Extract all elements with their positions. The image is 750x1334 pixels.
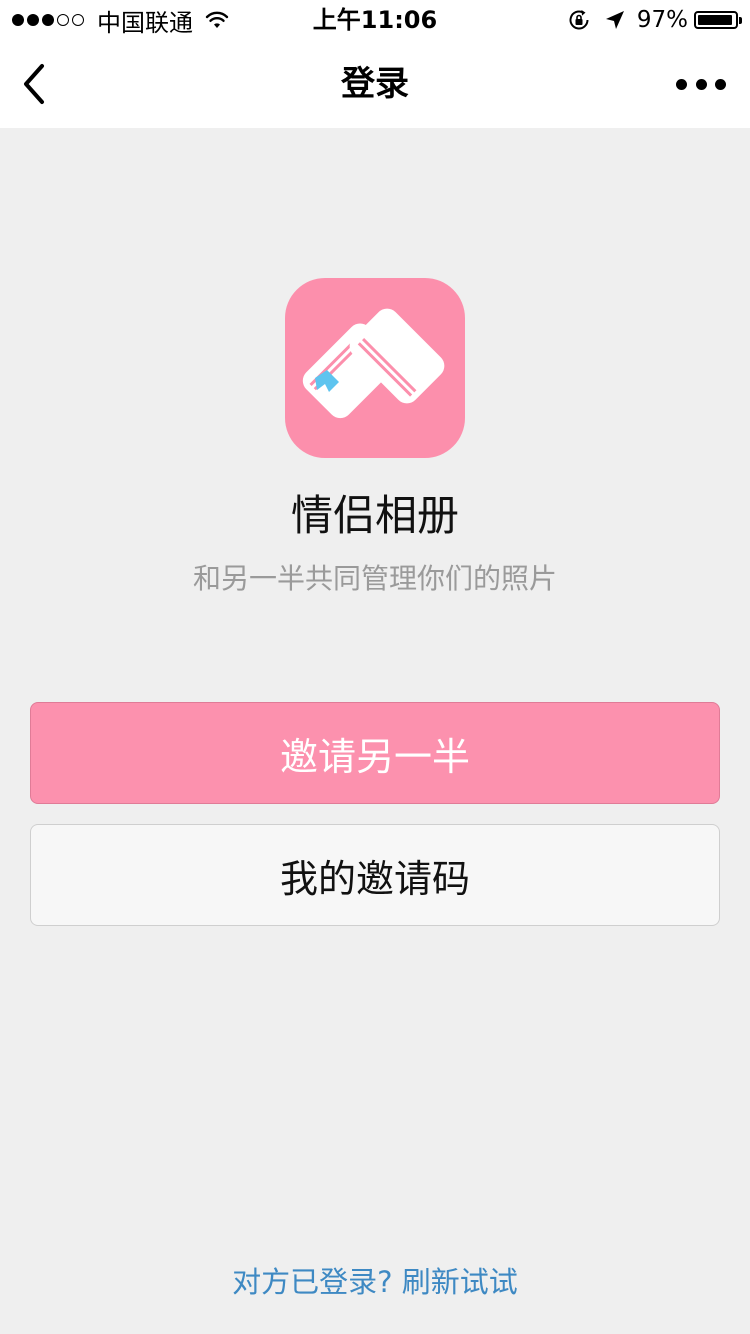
page-title: 登录 bbox=[341, 64, 409, 104]
app-name: 情侣相册 bbox=[290, 491, 459, 540]
refresh-link[interactable]: 刷新试试 bbox=[402, 1265, 518, 1299]
app-description: 和另一半共同管理你们的照片 bbox=[192, 562, 557, 595]
invite-partner-button[interactable]: 邀请另一半 bbox=[30, 702, 720, 804]
status-right: 97% bbox=[567, 6, 742, 34]
heart-book-app-icon bbox=[285, 278, 465, 458]
logged-in-question: 对方已登录? bbox=[232, 1265, 393, 1299]
refresh-prompt: 对方已登录? 刷新试试 bbox=[0, 1262, 750, 1302]
navigation-bar: 登录 bbox=[0, 40, 750, 128]
battery-icon bbox=[694, 11, 742, 29]
invite-partner-label: 邀请另一半 bbox=[279, 734, 470, 779]
my-invite-code-label: 我的邀请码 bbox=[279, 856, 470, 901]
battery-percent: 97% bbox=[636, 7, 688, 33]
my-invite-code-button[interactable]: 我的邀请码 bbox=[30, 824, 720, 926]
more-dots-icon[interactable] bbox=[676, 70, 726, 98]
location-arrow-icon bbox=[605, 11, 624, 29]
status-bar: 中国联通 上午11:06 97% bbox=[0, 0, 750, 40]
orientation-lock-icon bbox=[569, 10, 589, 30]
